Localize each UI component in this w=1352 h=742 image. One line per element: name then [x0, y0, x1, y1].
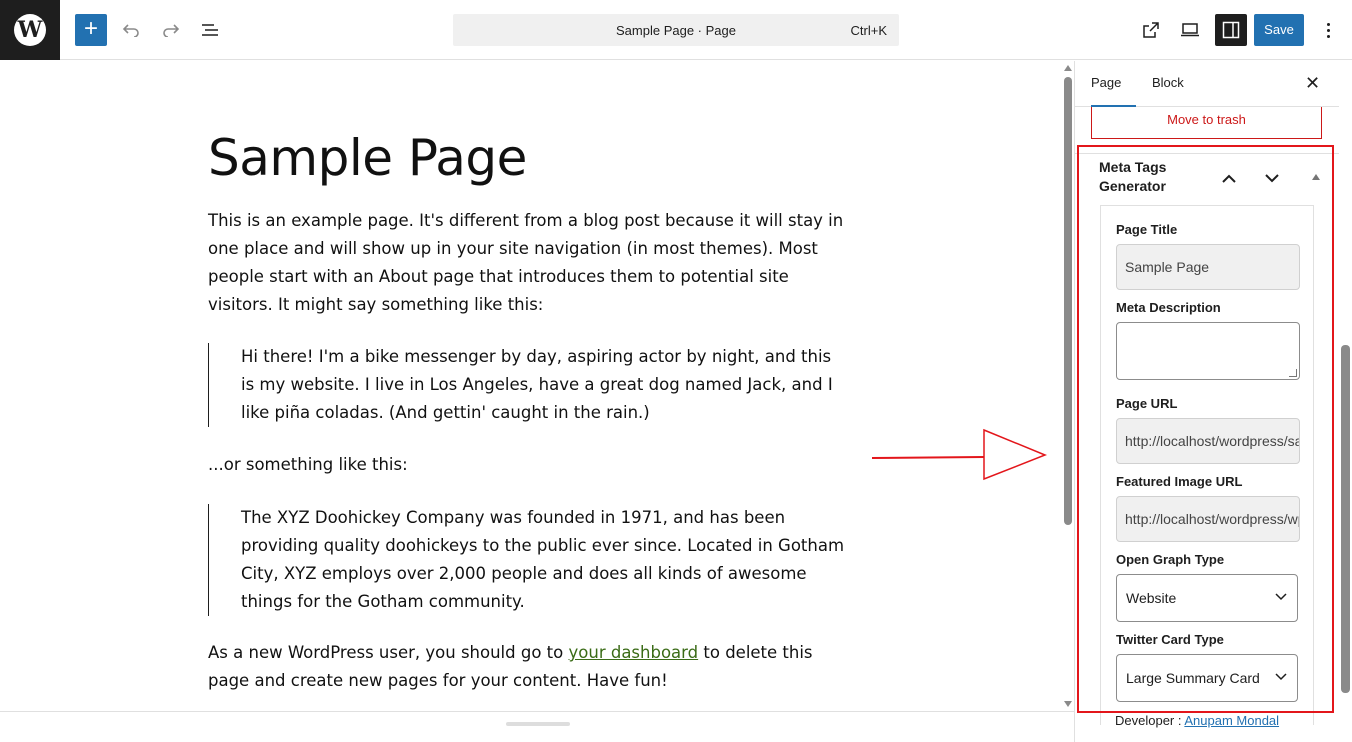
scroll-down-icon [1064, 701, 1072, 707]
move-to-trash-button[interactable]: Move to trash [1091, 107, 1322, 139]
quote-block[interactable]: The XYZ Doohickey Company was founded in… [208, 504, 848, 616]
annotation-arrow-icon [871, 428, 1048, 481]
resize-handle[interactable] [506, 722, 570, 726]
plus-icon: + [83, 15, 98, 42]
developer-credit: Developer : Anupam Mondal [1115, 713, 1279, 728]
settings-toggle-button[interactable] [1215, 14, 1247, 46]
external-view-icon [1143, 22, 1159, 38]
preview-button[interactable] [1174, 14, 1206, 46]
tab-page[interactable]: Page [1091, 75, 1136, 107]
highlight-frame [1077, 145, 1334, 713]
wordpress-logo-icon: W [14, 14, 46, 46]
list-view-button[interactable] [194, 14, 226, 46]
more-vertical-icon [1326, 22, 1330, 26]
undo-button[interactable] [115, 14, 147, 46]
list-view-icon [202, 24, 218, 36]
save-button[interactable]: Save [1254, 14, 1304, 46]
paragraph-block[interactable]: ...or something like this: [208, 451, 848, 479]
editor-canvas: Sample Page This is an example page. It'… [0, 61, 1074, 711]
undo-icon [122, 24, 139, 37]
command-palette-bar[interactable]: Sample Page · Page Ctrl+K [453, 14, 899, 46]
paragraph-text: As a new WordPress user, you should go t… [208, 643, 569, 662]
add-block-button[interactable]: + [75, 14, 107, 46]
redo-icon [163, 24, 180, 37]
view-page-button[interactable] [1135, 14, 1167, 46]
post-title[interactable]: Sample Page [208, 129, 527, 187]
settings-sidebar: Page Block ✕ Move to trash Meta Tags Gen… [1074, 61, 1352, 742]
command-shortcut: Ctrl+K [850, 23, 887, 38]
options-button[interactable] [1312, 14, 1344, 46]
developer-prefix: Developer : [1115, 713, 1185, 728]
sidebar-tabs: Page Block ✕ [1075, 61, 1339, 107]
developer-link[interactable]: Anupam Mondal [1184, 713, 1279, 728]
document-title: Sample Page · Page [616, 23, 736, 38]
dashboard-link[interactable]: your dashboard [569, 643, 699, 662]
scrollbar-thumb[interactable] [1064, 77, 1072, 525]
settings-sidebar-icon [1222, 21, 1240, 39]
desktop-preview-icon [1181, 23, 1199, 37]
tab-block[interactable]: Block [1152, 75, 1184, 90]
scroll-up-icon [1064, 65, 1072, 71]
editor-scrollbar[interactable] [1062, 61, 1074, 711]
editor-footer [0, 711, 1074, 742]
paragraph-block[interactable]: This is an example page. It's different … [208, 207, 848, 319]
wordpress-logo-button[interactable]: W [0, 0, 60, 60]
sidebar-scrollbar[interactable] [1339, 61, 1352, 742]
scrollbar-thumb[interactable] [1341, 345, 1350, 693]
close-sidebar-button[interactable]: ✕ [1305, 73, 1320, 94]
editor-header: W + Sample Page · Page Ctrl+K Save [0, 0, 1352, 60]
close-icon: ✕ [1305, 73, 1321, 93]
quote-block[interactable]: Hi there! I'm a bike messenger by day, a… [208, 343, 848, 427]
redo-button[interactable] [155, 14, 187, 46]
paragraph-block[interactable]: As a new WordPress user, you should go t… [208, 639, 848, 695]
